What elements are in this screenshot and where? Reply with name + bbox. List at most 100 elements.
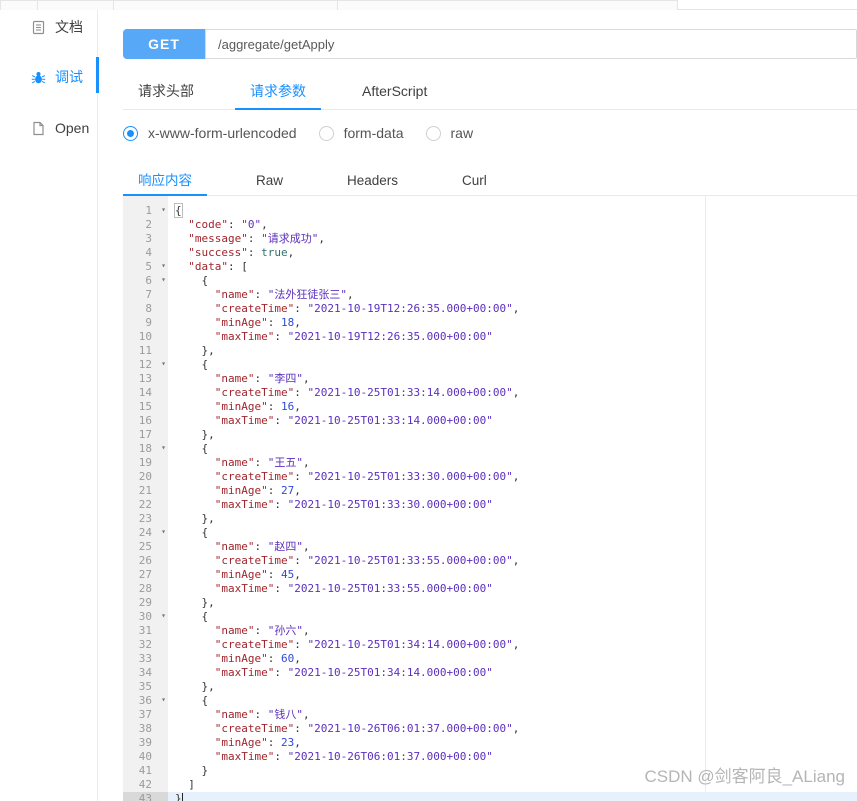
line-number[interactable]: 16 [123, 414, 168, 428]
body-type-option-2[interactable]: raw [426, 125, 474, 141]
line-number[interactable]: 3 [123, 232, 168, 246]
editor-line[interactable]: 1▾{ [123, 204, 857, 218]
line-number[interactable]: 43 [123, 792, 168, 801]
editor-line[interactable]: 34 "maxTime": "2021-10-25T01:34:14.000+0… [123, 666, 857, 680]
editor-line[interactable]: 25 "name": "赵四", [123, 540, 857, 554]
editor-line[interactable]: 32 "createTime": "2021-10-25T01:34:14.00… [123, 638, 857, 652]
line-number[interactable]: 38 [123, 722, 168, 736]
line-number[interactable]: 20 [123, 470, 168, 484]
radio-button[interactable] [319, 126, 334, 141]
editor-line[interactable]: 21 "minAge": 27, [123, 484, 857, 498]
editor-line[interactable]: 20 "createTime": "2021-10-25T01:33:30.00… [123, 470, 857, 484]
line-number[interactable]: 10 [123, 330, 168, 344]
fold-toggle-icon[interactable]: ▾ [161, 609, 166, 623]
response-tab-3[interactable]: Curl [447, 168, 502, 196]
line-number[interactable]: 39 [123, 736, 168, 750]
request-tab-0[interactable]: 请求头部 [123, 75, 209, 110]
editor-line[interactable]: 17 }, [123, 428, 857, 442]
truncated-tab[interactable] [337, 0, 678, 10]
editor-line[interactable]: 37 "name": "钱八", [123, 708, 857, 722]
fold-toggle-icon[interactable]: ▾ [161, 693, 166, 707]
line-number[interactable]: 15 [123, 400, 168, 414]
editor-line[interactable]: 31 "name": "孙六", [123, 624, 857, 638]
line-number[interactable]: 18▾ [123, 442, 168, 456]
editor-line[interactable]: 26 "createTime": "2021-10-25T01:33:55.00… [123, 554, 857, 568]
editor-line[interactable]: 36▾ { [123, 694, 857, 708]
editor-line[interactable]: 28 "maxTime": "2021-10-25T01:33:55.000+0… [123, 582, 857, 596]
line-number[interactable]: 36▾ [123, 694, 168, 708]
line-number[interactable]: 9 [123, 316, 168, 330]
editor-line[interactable]: 18▾ { [123, 442, 857, 456]
fold-toggle-icon[interactable]: ▾ [161, 203, 166, 217]
editor-line[interactable]: 8 "createTime": "2021-10-19T12:26:35.000… [123, 302, 857, 316]
editor-line[interactable]: 2 "code": "0", [123, 218, 857, 232]
fold-toggle-icon[interactable]: ▾ [161, 525, 166, 539]
editor-line[interactable]: 40 "maxTime": "2021-10-26T06:01:37.000+0… [123, 750, 857, 764]
editor-line[interactable]: 11 }, [123, 344, 857, 358]
editor-line[interactable]: 5▾ "data": [ [123, 260, 857, 274]
line-number[interactable]: 21 [123, 484, 168, 498]
body-type-option-0[interactable]: x-www-form-urlencoded [123, 125, 297, 141]
line-number[interactable]: 27 [123, 568, 168, 582]
line-number[interactable]: 31 [123, 624, 168, 638]
body-type-option-1[interactable]: form-data [319, 125, 404, 141]
line-number[interactable]: 30▾ [123, 610, 168, 624]
editor-line[interactable]: 23 }, [123, 512, 857, 526]
sidebar-item-open[interactable]: Open [31, 118, 89, 138]
truncated-tab[interactable] [113, 0, 338, 10]
line-number[interactable]: 11 [123, 344, 168, 358]
editor-line[interactable]: 33 "minAge": 60, [123, 652, 857, 666]
fold-toggle-icon[interactable]: ▾ [161, 273, 166, 287]
line-number[interactable]: 34 [123, 666, 168, 680]
line-number[interactable]: 33 [123, 652, 168, 666]
line-number[interactable]: 22 [123, 498, 168, 512]
line-number[interactable]: 26 [123, 554, 168, 568]
line-number[interactable]: 32 [123, 638, 168, 652]
line-number[interactable]: 8 [123, 302, 168, 316]
line-number[interactable]: 29 [123, 596, 168, 610]
request-tab-2[interactable]: AfterScript [347, 75, 442, 110]
editor-line[interactable]: 16 "maxTime": "2021-10-25T01:33:14.000+0… [123, 414, 857, 428]
fold-toggle-icon[interactable]: ▾ [161, 259, 166, 273]
editor-line[interactable]: 30▾ { [123, 610, 857, 624]
editor-line[interactable]: 19 "name": "王五", [123, 456, 857, 470]
sidebar-item-docs[interactable]: 文档 [31, 17, 83, 37]
line-number[interactable]: 12▾ [123, 358, 168, 372]
editor-line[interactable]: 29 }, [123, 596, 857, 610]
request-tab-1[interactable]: 请求参数 [235, 75, 321, 110]
line-number[interactable]: 7 [123, 288, 168, 302]
editor-line[interactable]: 6▾ { [123, 274, 857, 288]
editor-line[interactable]: 14 "createTime": "2021-10-25T01:33:14.00… [123, 386, 857, 400]
line-number[interactable]: 24▾ [123, 526, 168, 540]
editor-line[interactable]: 24▾ { [123, 526, 857, 540]
editor-line[interactable]: 35 }, [123, 680, 857, 694]
line-number[interactable]: 5▾ [123, 260, 168, 274]
editor-line[interactable]: 10 "maxTime": "2021-10-19T12:26:35.000+0… [123, 330, 857, 344]
fold-toggle-icon[interactable]: ▾ [161, 357, 166, 371]
editor-line[interactable]: 15 "minAge": 16, [123, 400, 857, 414]
radio-button[interactable] [123, 126, 138, 141]
method-button[interactable]: GET [123, 29, 205, 59]
editor-line[interactable]: 4 "success": true, [123, 246, 857, 260]
editor-line[interactable]: 38 "createTime": "2021-10-26T06:01:37.00… [123, 722, 857, 736]
line-number[interactable]: 13 [123, 372, 168, 386]
editor-line[interactable]: 27 "minAge": 45, [123, 568, 857, 582]
response-json-editor[interactable]: 1▾{2 "code": "0",3 "message": "请求成功",4 "… [123, 196, 857, 801]
response-tab-1[interactable]: Raw [241, 168, 298, 196]
truncated-tab[interactable] [37, 0, 114, 10]
editor-line[interactable]: 39 "minAge": 23, [123, 736, 857, 750]
response-tab-2[interactable]: Headers [332, 168, 413, 196]
line-number[interactable]: 23 [123, 512, 168, 526]
editor-line[interactable]: 12▾ { [123, 358, 857, 372]
line-number[interactable]: 28 [123, 582, 168, 596]
truncated-tab[interactable] [0, 0, 38, 10]
line-number[interactable]: 19 [123, 456, 168, 470]
line-number[interactable]: 17 [123, 428, 168, 442]
sidebar-item-debug[interactable]: 调试 [31, 67, 83, 87]
fold-toggle-icon[interactable]: ▾ [161, 441, 166, 455]
editor-line[interactable]: 41 } [123, 764, 857, 778]
line-number[interactable]: 14 [123, 386, 168, 400]
editor-line[interactable]: 13 "name": "李四", [123, 372, 857, 386]
editor-line[interactable]: 22 "maxTime": "2021-10-25T01:33:30.000+0… [123, 498, 857, 512]
line-number[interactable]: 1▾ [123, 204, 168, 218]
